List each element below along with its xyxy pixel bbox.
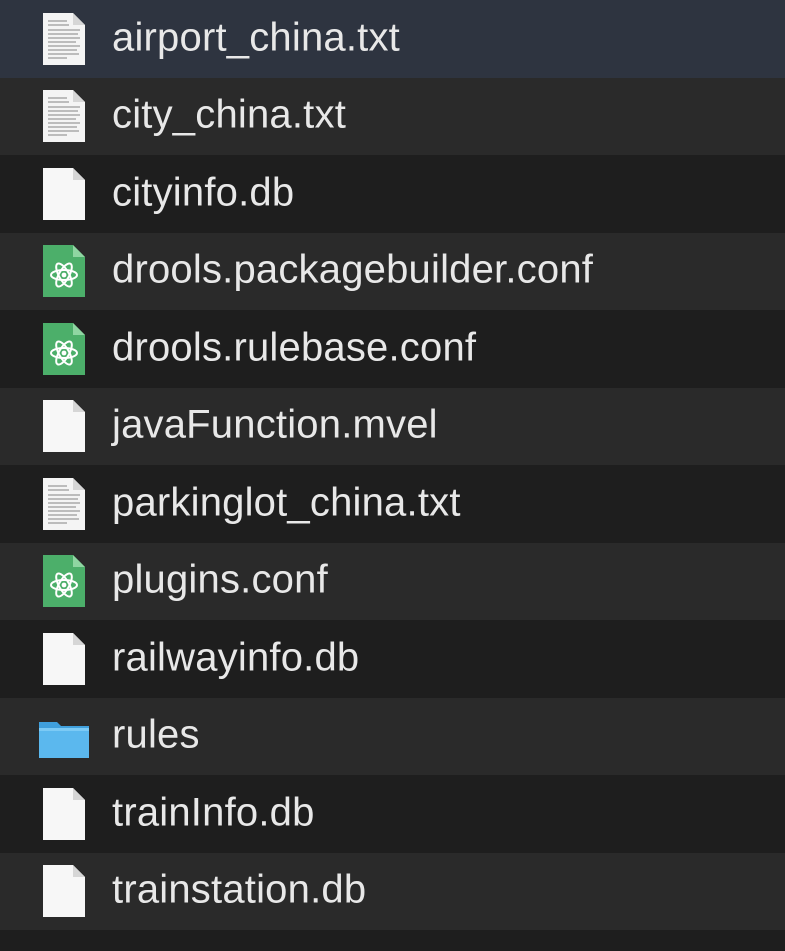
text-file-icon xyxy=(37,88,91,144)
file-name: drools.packagebuilder.conf xyxy=(112,247,594,292)
file-name: city_china.txt xyxy=(112,92,347,137)
file-name: plugins.conf xyxy=(112,557,328,602)
folder-icon xyxy=(37,708,91,764)
file-row-city-china-txt[interactable]: city_china.txt xyxy=(0,77,785,155)
blank-file-icon xyxy=(37,398,91,454)
file-name: drools.rulebase.conf xyxy=(112,325,477,370)
blank-file-icon xyxy=(37,863,91,919)
file-name: cityinfo.db xyxy=(112,170,295,215)
text-file-icon xyxy=(37,11,91,67)
file-row-cityinfo-db[interactable]: cityinfo.db xyxy=(0,155,785,233)
text-file-icon xyxy=(37,476,91,532)
folder-name: rules xyxy=(112,712,200,757)
file-name: trainstation.db xyxy=(112,867,367,912)
file-name: javaFunction.mvel xyxy=(112,402,438,447)
blank-file-icon xyxy=(37,631,91,687)
atom-file-icon xyxy=(37,243,91,299)
file-name: parkinglot_china.txt xyxy=(112,480,461,525)
file-row-plugins-conf[interactable]: plugins.conf xyxy=(0,542,785,620)
folder-row-rules[interactable]: rules xyxy=(0,697,785,775)
file-name: railwayinfo.db xyxy=(112,635,360,680)
file-row-railwayinfo-db[interactable]: railwayinfo.db xyxy=(0,620,785,698)
file-row-drools-packagebuilder-conf[interactable]: drools.packagebuilder.conf xyxy=(0,232,785,310)
atom-file-icon xyxy=(37,321,91,377)
file-list: airport_china.txt city_china.txt cityinf… xyxy=(0,0,785,951)
file-row-javafunction-mvel[interactable]: javaFunction.mvel xyxy=(0,387,785,465)
file-row-traininfo-db[interactable]: trainInfo.db xyxy=(0,775,785,853)
file-name: airport_china.txt xyxy=(112,15,400,60)
atom-file-icon xyxy=(37,553,91,609)
blank-file-icon xyxy=(37,786,91,842)
list-footer xyxy=(0,930,785,951)
file-row-parkinglot-china-txt[interactable]: parkinglot_china.txt xyxy=(0,465,785,543)
blank-file-icon xyxy=(37,166,91,222)
file-row-airport-china-txt[interactable]: airport_china.txt xyxy=(0,0,785,78)
file-name: trainInfo.db xyxy=(112,790,315,835)
file-row-trainstation-db[interactable]: trainstation.db xyxy=(0,852,785,930)
file-row-drools-rulebase-conf[interactable]: drools.rulebase.conf xyxy=(0,310,785,388)
